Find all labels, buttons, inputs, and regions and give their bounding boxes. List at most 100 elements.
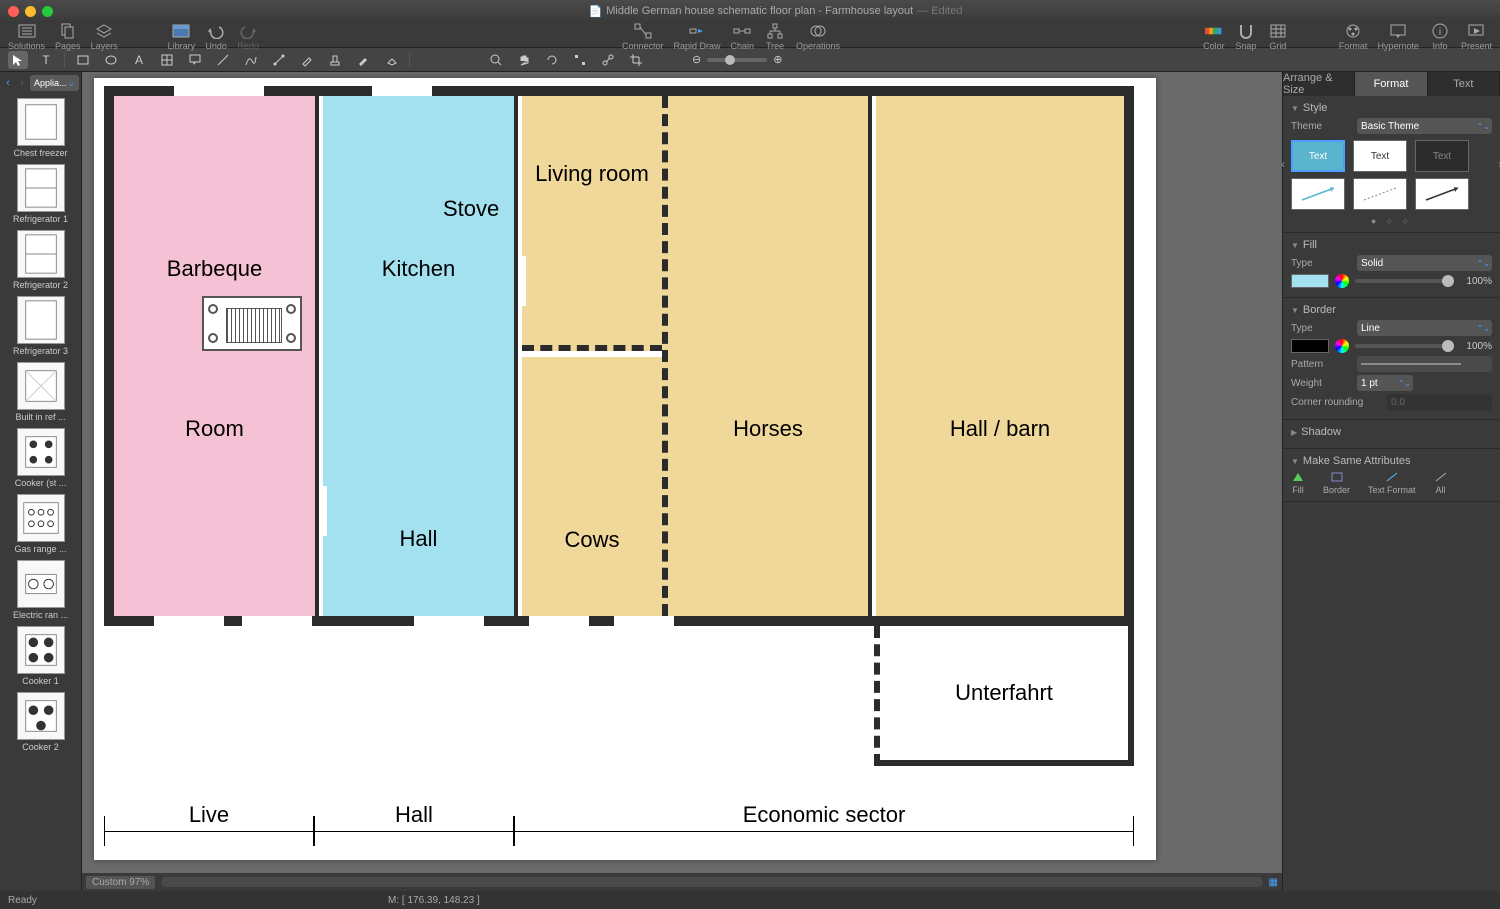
library-item[interactable]: Refrigerator 1 [0,160,81,226]
library-item[interactable]: Refrigerator 2 [0,226,81,292]
maximize-icon[interactable] [42,6,53,17]
barbeque-shape[interactable] [202,296,302,351]
minimize-icon[interactable] [25,6,36,17]
callout-tool[interactable] [185,51,205,69]
theme-preview-3[interactable]: Text [1415,140,1469,172]
fill-color-swatch[interactable] [1291,274,1329,288]
format-button[interactable]: Format [1339,22,1368,51]
theme-select[interactable]: Basic Theme⌃⌄ [1357,118,1492,134]
text-box-tool[interactable]: A [129,51,149,69]
theme-preview-6[interactable] [1415,178,1469,210]
grid-button[interactable]: Grid [1267,22,1289,51]
pattern-select[interactable] [1357,356,1492,372]
fill-type-select[interactable]: Solid⌃⌄ [1357,255,1492,271]
tree-button[interactable]: Tree [764,22,786,51]
solutions-button[interactable]: Solutions [8,22,45,51]
library-item[interactable]: Cooker (st ... [0,424,81,490]
disclosure-icon[interactable]: ▶ [1291,428,1297,437]
corner-input[interactable]: 0.0 [1387,394,1492,410]
room-cows[interactable]: Cows [522,357,662,616]
disclosure-icon[interactable]: ▼ [1291,104,1299,113]
room-living[interactable]: Living room [522,96,662,351]
hand-tool[interactable] [514,51,534,69]
table-tool[interactable] [157,51,177,69]
zoom-dropdown[interactable]: Custom 97% [86,876,155,889]
hypernote-button[interactable]: Hypernote [1377,22,1419,51]
library-dropdown[interactable]: Applia...⌄ [30,75,79,91]
same-fill-button[interactable]: Fill [1291,471,1305,495]
library-item[interactable]: Cooker 1 [0,622,81,688]
eyedropper-tool[interactable] [353,51,373,69]
border-type-select[interactable]: Line⌃⌄ [1357,320,1492,336]
spline-tool[interactable] [241,51,261,69]
theme-preview-2[interactable]: Text [1353,140,1407,172]
theme-preview-4[interactable] [1291,178,1345,210]
zoom-tool[interactable] [486,51,506,69]
library-item[interactable]: Chest freezer [0,94,81,160]
floor-plan[interactable]: Barbeque Room Stove Kitchen Hall [104,86,1134,626]
same-border-button[interactable]: Border [1323,471,1350,495]
undo-button[interactable]: Undo [205,22,227,51]
unterfahrt-box[interactable]: Unterfahrt [874,626,1134,766]
line-tool[interactable] [213,51,233,69]
pointer-tool[interactable] [8,51,28,69]
chain-button[interactable]: Chain [731,22,755,51]
border-opacity-slider[interactable] [1355,344,1454,348]
text-tool[interactable]: T [36,51,56,69]
disclosure-icon[interactable]: ▼ [1291,241,1299,250]
room-kitchen[interactable]: Stove Kitchen Hall [323,96,518,616]
color-wheel-icon[interactable] [1335,339,1349,353]
same-text-button[interactable]: Text Format [1368,471,1416,495]
theme-preview-1[interactable]: Text [1291,140,1345,172]
zoom-in-icon[interactable]: ⊕ [773,53,782,66]
theme-preview-5[interactable] [1353,178,1407,210]
erase-tool[interactable] [381,51,401,69]
tab-arrange[interactable]: Arrange & Size [1283,72,1355,96]
info-button[interactable]: iInfo [1429,22,1451,51]
canvas-area[interactable]: Barbeque Room Stove Kitchen Hall [82,72,1282,891]
edit-points-tool[interactable] [570,51,590,69]
connection-tool[interactable] [598,51,618,69]
close-icon[interactable] [8,6,19,17]
lib-fwd-icon[interactable]: › [16,77,28,89]
library-item[interactable]: Cooker 2 [0,688,81,754]
pages-button[interactable]: Pages [55,22,81,51]
room-horses[interactable]: Horses [662,96,872,616]
theme-page-dots[interactable]: ● ○ ○ [1291,216,1492,226]
rapiddraw-button[interactable]: Rapid Draw [673,22,720,51]
ellipse-tool[interactable] [101,51,121,69]
library-item[interactable]: Refrigerator 3 [0,292,81,358]
border-color-swatch[interactable] [1291,339,1329,353]
room-hallbarn[interactable]: Hall / barn [876,96,1124,616]
rotate-tool[interactable] [542,51,562,69]
rect-tool[interactable] [73,51,93,69]
disclosure-icon[interactable]: ▼ [1291,457,1299,466]
library-item[interactable]: Gas range ... [0,490,81,556]
weight-input[interactable]: 1 pt⌃⌄ [1357,375,1413,391]
add-page-icon[interactable]: ▦ [1269,877,1278,888]
zoom-control[interactable]: ⊖ ⊕ [692,53,782,66]
same-all-button[interactable]: All [1434,471,1448,495]
color-button[interactable]: Color [1203,22,1225,51]
pen-tool[interactable] [297,51,317,69]
operations-button[interactable]: Operations [796,22,840,51]
theme-prev-icon[interactable]: ‹ [1281,157,1285,171]
layers-button[interactable]: Layers [91,22,118,51]
fill-opacity-slider[interactable] [1355,279,1454,283]
bezier-tool[interactable] [269,51,289,69]
library-item[interactable]: Electric ran ... [0,556,81,622]
crop-tool[interactable] [626,51,646,69]
disclosure-icon[interactable]: ▼ [1291,306,1299,315]
library-button[interactable]: Library [168,22,196,51]
hscroll[interactable] [161,877,1262,887]
lib-back-icon[interactable]: ‹ [2,77,14,89]
canvas-page[interactable]: Barbeque Room Stove Kitchen Hall [94,78,1156,860]
tab-format[interactable]: Format [1355,72,1427,96]
library-item[interactable]: Built in ref ... [0,358,81,424]
redo-button[interactable]: Redo [237,22,259,51]
present-button[interactable]: Present [1461,22,1492,51]
connector-button[interactable]: Connector [622,22,664,51]
tab-text[interactable]: Text [1428,72,1500,96]
color-wheel-icon[interactable] [1335,274,1349,288]
room-room[interactable]: Barbeque Room [114,96,319,616]
